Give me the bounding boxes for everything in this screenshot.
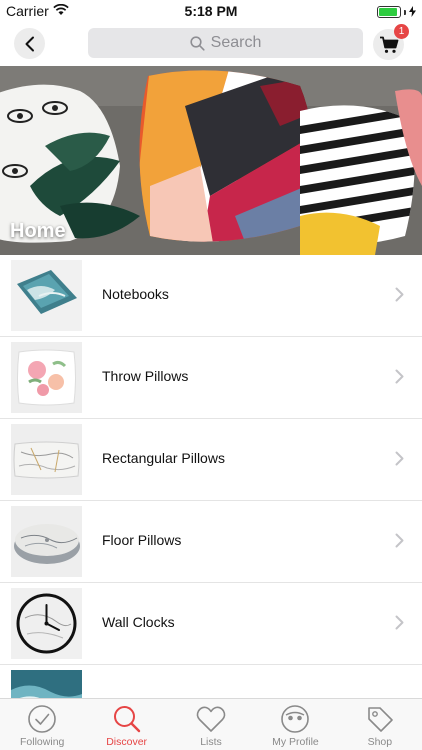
tab-label: My Profile [272,736,319,748]
tab-shop[interactable]: Shop [338,699,422,750]
search-input[interactable]: Search [88,28,363,58]
list-item-label: Throw Pillows [102,368,189,384]
list-item-label: Wall Clocks [102,614,175,630]
chevron-right-icon [395,451,404,466]
list-item[interactable]: Floor Pillows [0,501,422,583]
navigation-bar: Search 1 [0,22,422,66]
chevron-right-icon [395,369,404,384]
status-right [377,4,416,20]
list-item[interactable]: Notebooks [0,255,422,337]
tab-following[interactable]: Following [0,699,84,750]
list-item[interactable]: Rectangular Pillows [0,419,422,501]
battery-icon [377,6,401,18]
chevron-right-icon [395,287,404,302]
list-item-label: Notebooks [102,286,169,302]
category-list: Notebooks Throw Pillows Rectangular Pill… [0,255,422,747]
clock: 5:18 PM [184,3,238,19]
battery-tip [404,9,406,15]
hero-banner[interactable]: Home [0,66,422,255]
charging-icon [409,4,416,20]
chevron-left-icon [25,36,34,51]
tab-label: Following [20,736,65,748]
heart-icon [196,706,226,732]
search-placeholder: Search [210,34,262,51]
list-item[interactable]: Wall Clocks [0,583,422,665]
check-circle-icon [28,705,57,733]
chevron-right-icon [395,615,404,630]
search-icon [113,706,140,733]
cart-icon [379,36,398,53]
tab-discover[interactable]: Discover [84,699,168,750]
list-item-label: Floor Pillows [102,532,182,548]
chevron-right-icon [395,533,404,548]
tab-lists[interactable]: Lists [169,699,253,750]
throw-pillow-thumbnail [11,342,82,413]
tab-label: Shop [367,736,393,748]
list-item[interactable]: Throw Pillows [0,337,422,419]
tab-label: Lists [200,736,222,748]
tab-label: Discover [106,736,148,748]
notebook-thumbnail [11,260,82,331]
hero-title: Home [10,220,66,242]
tab-bar: Following Discover Lists My Profile Shop [0,698,422,750]
floor-pillow-thumbnail [11,506,82,577]
search-icon [190,35,205,51]
face-icon [281,705,310,733]
rectangular-pillow-thumbnail [11,424,82,495]
cart-count-badge: 1 [394,24,409,39]
back-button[interactable] [14,28,45,59]
status-bar: Carrier 5:18 PM [0,0,422,22]
list-item-label: Rectangular Pillows [102,450,225,466]
tag-icon [368,707,393,732]
wall-clock-thumbnail [11,588,82,659]
tab-my-profile[interactable]: My Profile [253,699,337,750]
